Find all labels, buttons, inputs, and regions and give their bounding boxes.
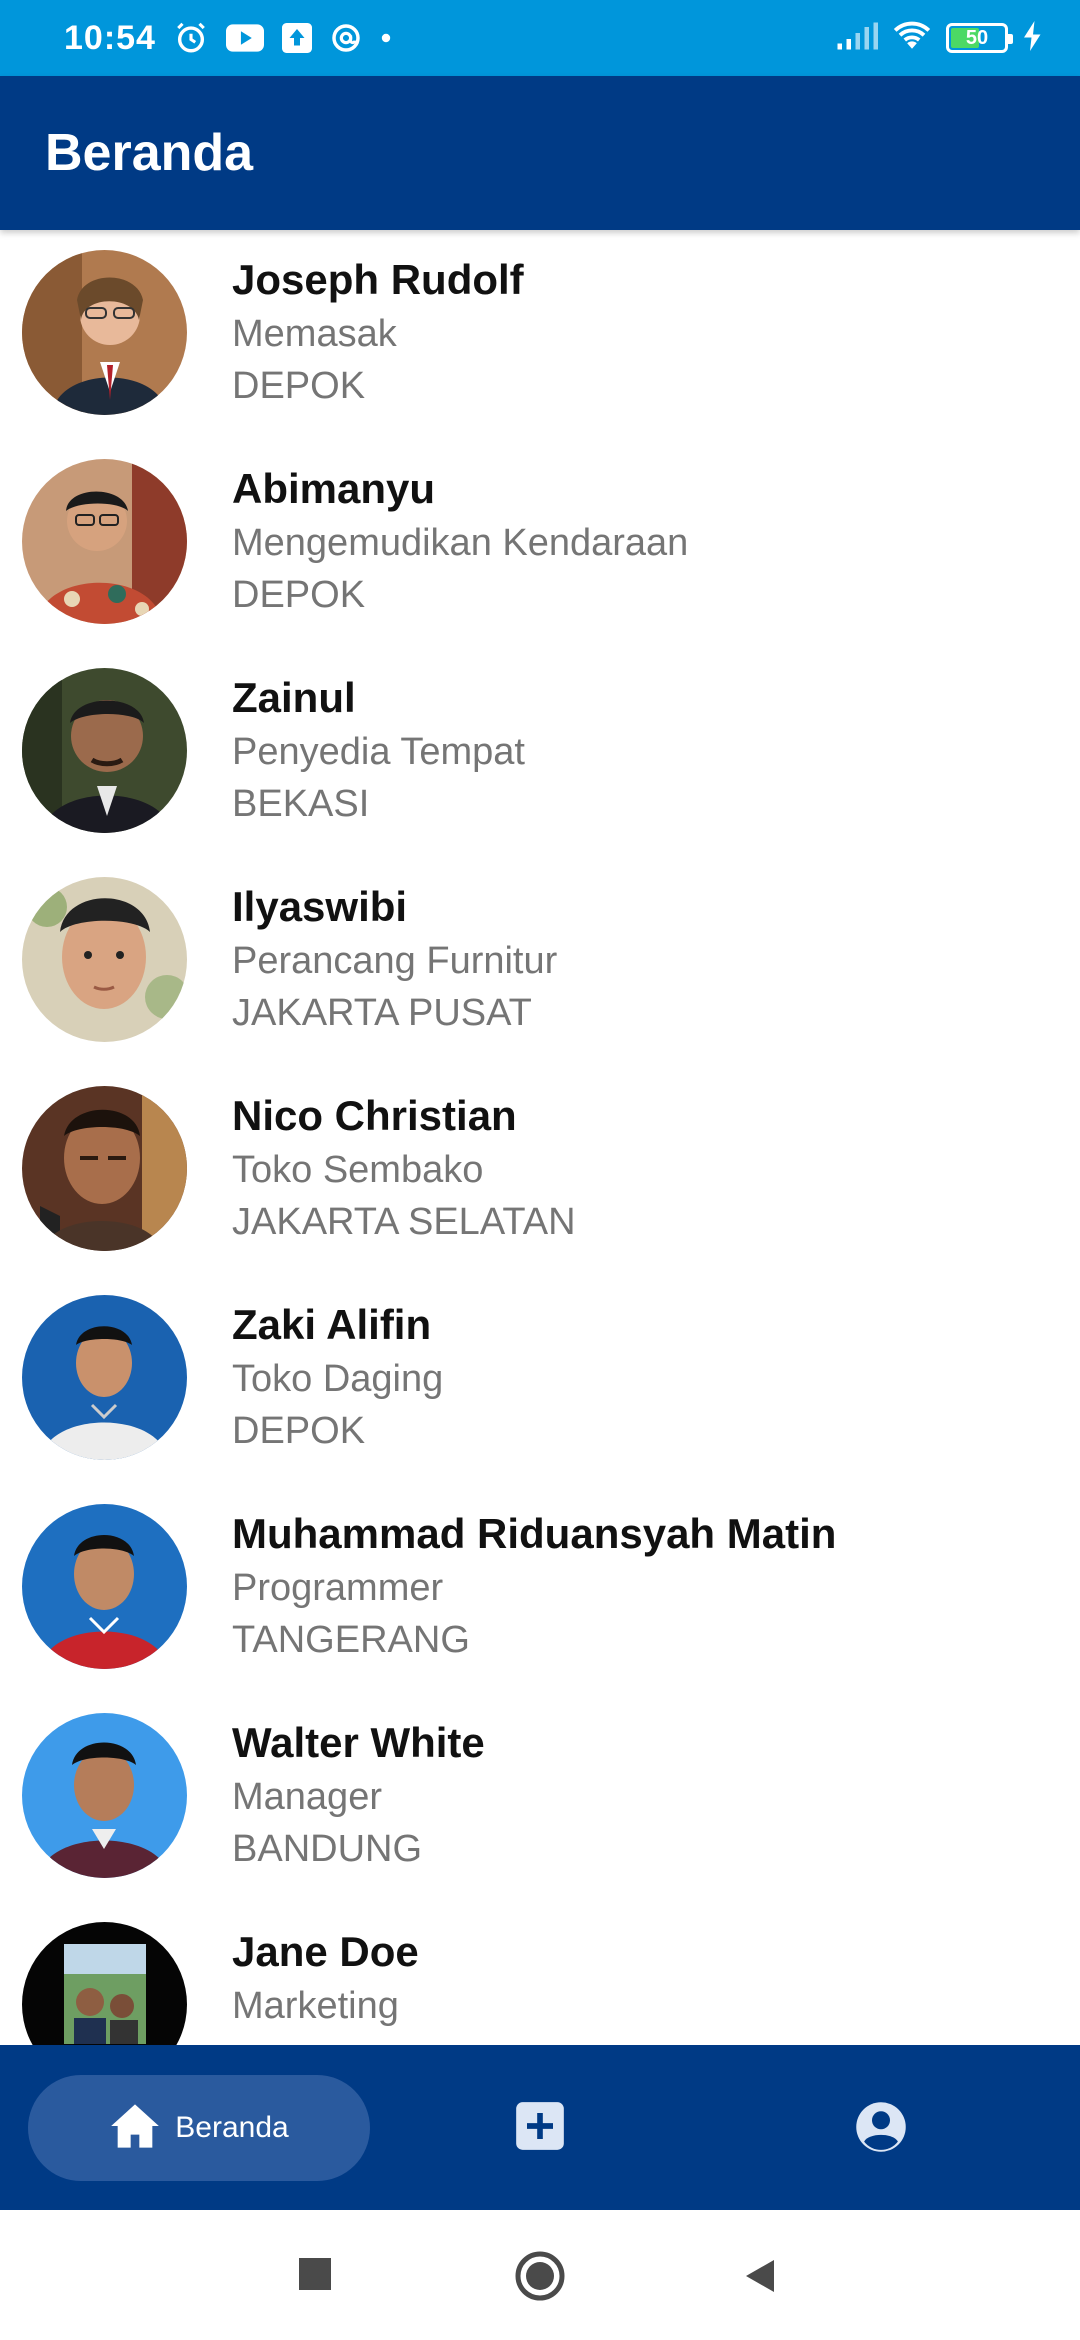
person-name: Jane Doe [232,1928,419,1975]
dot-icon [380,32,392,44]
nav-add-button[interactable] [514,2100,566,2157]
status-time: 10:54 [64,18,156,57]
person-role: Penyedia Tempat [232,731,525,773]
add-box-icon [514,2102,566,2156]
person-role: Marketing [232,1985,399,2027]
list-item[interactable]: Zaki Alifin Toko Daging DEPOK [0,1275,1080,1484]
wifi-icon [892,20,932,57]
nav-home-label: Beranda [175,2111,289,2144]
person-role: Toko Sembako [232,1149,484,1191]
nav-home-button[interactable]: Beranda [28,2075,370,2181]
person-name: Joseph Rudolf [232,256,524,303]
avatar [22,459,187,624]
alarm-icon [174,21,208,55]
person-role: Memasak [232,313,397,355]
list-item[interactable]: Muhammad Riduansyah Matin Programmer TAN… [0,1484,1080,1693]
list-item[interactable]: Ilyaswibi Perancang Furnitur JAKARTA PUS… [0,857,1080,1066]
avatar [22,1504,187,1669]
battery-icon: 50 [946,23,1013,53]
bottom-navigation: Beranda [0,2045,1080,2210]
list-item[interactable]: Walter White Manager BANDUNG [0,1693,1080,1902]
list-item[interactable]: Joseph Rudolf Memasak DEPOK [0,230,1080,439]
avatar [22,250,187,415]
account-circle-icon [854,2102,908,2158]
system-home-button[interactable] [514,2250,566,2307]
list-item[interactable]: Jane Doe Marketing [0,1902,1080,2045]
list-item[interactable]: Nico Christian Toko Sembako JAKARTA SELA… [0,1066,1080,1275]
recent-apps-button[interactable] [299,2258,331,2295]
person-city: JAKARTA PUSAT [232,992,532,1034]
person-city: BEKASI [232,783,370,825]
signal-icon [836,21,878,56]
status-bar: 10:54 50 [0,0,1080,76]
people-list[interactable]: Joseph Rudolf Memasak DEPOK Abimanyu Men… [0,230,1080,2045]
person-role: Mengemudikan Kendaraan [232,522,689,564]
nav-profile-button[interactable] [854,2100,908,2159]
person-role: Toko Daging [232,1358,444,1400]
person-name: Muhammad Riduansyah Matin [232,1510,837,1557]
battery-level: 50 [965,26,989,49]
person-name: Abimanyu [232,465,436,512]
person-name: Walter White [232,1719,485,1766]
person-city: DEPOK [232,365,366,407]
at-sign-icon [330,22,362,54]
system-navigation-bar [0,2210,1080,2340]
avatar [22,1713,187,1878]
list-item[interactable]: Zainul Penyedia Tempat BEKASI [0,648,1080,857]
list-item[interactable]: Abimanyu Mengemudikan Kendaraan DEPOK [0,439,1080,648]
avatar [22,1922,187,2045]
avatar [22,1295,187,1460]
home-icon [109,2101,161,2156]
page-title: Beranda [45,124,254,182]
person-city: BANDUNG [232,1828,423,1870]
avatar [22,1086,187,1251]
youtube-icon [225,23,264,53]
avatar [22,877,187,1042]
person-role: Perancang Furnitur [232,940,558,982]
person-name: Zainul [232,674,356,721]
upload-icon [281,23,312,53]
person-name: Ilyaswibi [232,883,408,930]
avatar [22,668,187,833]
charging-icon [1022,20,1044,56]
app-bar: Beranda [0,76,1080,230]
person-city: JAKARTA SELATAN [232,1201,576,1243]
system-back-button[interactable] [742,2258,778,2299]
person-city: DEPOK [232,1410,366,1452]
person-city: DEPOK [232,574,366,616]
person-city: TANGERANG [232,1619,470,1661]
person-name: Nico Christian [232,1092,517,1139]
person-name: Zaki Alifin [232,1301,432,1348]
person-role: Manager [232,1776,382,1818]
person-role: Programmer [232,1567,444,1609]
